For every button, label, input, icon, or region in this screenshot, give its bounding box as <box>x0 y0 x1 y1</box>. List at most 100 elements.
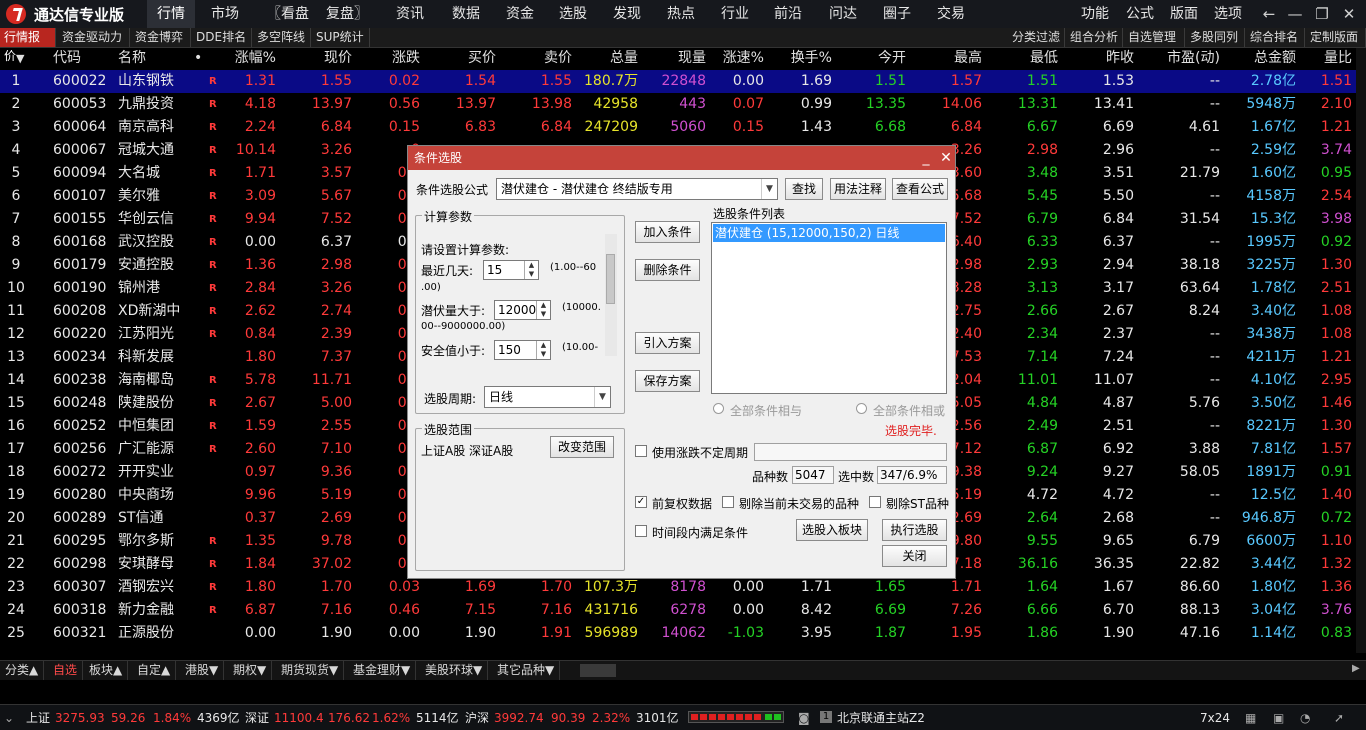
dialog-close-icon[interactable]: ✕ <box>936 146 956 170</box>
menu-market[interactable]: 市场 <box>203 0 247 28</box>
col-high[interactable]: 最高 <box>936 48 982 69</box>
btab-us[interactable]: 美股环球▼ <box>420 661 489 680</box>
btab-futures[interactable]: 期货现货▼ <box>276 661 345 680</box>
minimize-icon[interactable]: — <box>1284 4 1306 24</box>
menu-stock-pick[interactable]: 选股 <box>551 0 595 28</box>
menu-circle[interactable]: 圈子 <box>875 0 919 28</box>
close-icon[interactable]: ✕ <box>1338 4 1360 24</box>
menu-hotspot[interactable]: 热点 <box>659 0 703 28</box>
tab-fund-drive[interactable]: 资金驱动力 <box>58 28 130 47</box>
menu-funds[interactable]: 资金 <box>498 0 542 28</box>
menu-data[interactable]: 数据 <box>444 0 488 28</box>
period-select[interactable]: 日线 ▼ <box>484 386 611 408</box>
menu-discover[interactable]: 发现 <box>605 0 649 28</box>
menu-watch[interactable]: 〖看盘 <box>263 0 313 28</box>
col-volume[interactable]: 总量 <box>592 48 638 69</box>
scroll-right-icon[interactable]: ▶ <box>1352 663 1360 674</box>
col-prev-close[interactable]: 昨收 <box>1088 48 1134 69</box>
send-icon[interactable]: ◔ <box>1300 709 1310 727</box>
stepper-arrows-icon[interactable]: ▲ ▼ <box>524 261 538 279</box>
tab-sup[interactable]: SUP统计 <box>312 28 370 47</box>
col-pe[interactable]: 市盈(动) <box>1150 48 1220 69</box>
restore-icon[interactable]: ❐ <box>1311 4 1333 24</box>
sort-arrow-icon[interactable]: ▼ <box>16 48 24 69</box>
col-turnover[interactable]: 换手% <box>780 48 832 69</box>
btab-sector[interactable]: 板块▲ <box>84 661 129 680</box>
tab-quotes[interactable]: 行情报价 <box>0 28 56 63</box>
list-item[interactable]: 潜伏建仓 (15,12000,150,2) 日线 <box>713 224 945 242</box>
tab-custom-layout[interactable]: 定制版面 <box>1306 28 1366 47</box>
table-row[interactable]: 3 600064 南京高科 R 2.24 6.84 0.15 6.83 6.84 247209 50… <box>0 116 1366 139</box>
save-plan-button[interactable]: 保存方案 <box>635 370 700 392</box>
uncertain-period-checkbox[interactable] <box>635 445 647 457</box>
menu-frontier[interactable]: 前沿 <box>766 0 810 28</box>
stepper-arrows-icon[interactable]: ▲ ▼ <box>536 341 550 359</box>
close-button[interactable]: 关闭 <box>882 545 947 567</box>
menu-quotes[interactable]: 行情 <box>147 0 195 28</box>
radio-and[interactable] <box>713 403 724 414</box>
menu-trade[interactable]: 交易 <box>929 0 973 28</box>
param3-stepper[interactable]: 150 ▲ ▼ <box>494 340 551 360</box>
btab-funds[interactable]: 基金理财▼ <box>348 661 417 680</box>
table-row[interactable]: 25 600321 正源股份 0.00 1.90 0.00 1.90 1.91 596989 14… <box>0 622 1366 645</box>
menu-industry[interactable]: 行业 <box>713 0 757 28</box>
to-board-button[interactable]: 选股入板块 <box>796 519 868 541</box>
params-scrollbar[interactable] <box>605 234 617 356</box>
clock-label[interactable]: 7x24 <box>1200 709 1230 727</box>
col-speed[interactable]: 涨速% <box>712 48 764 69</box>
table-row[interactable]: 1 600022 山东钢铁 R 1.31 1.55 0.02 1.54 1.55 180.7万 22… <box>0 70 1366 93</box>
btab-options[interactable]: 期权▼ <box>228 661 273 680</box>
btab-hk[interactable]: 港股▼ <box>180 661 225 680</box>
exclude-st-checkbox[interactable] <box>869 496 881 508</box>
tab-combo[interactable]: 组合分析 <box>1066 28 1123 47</box>
tab-long-short[interactable]: 多空阵线 <box>253 28 311 47</box>
camera-icon[interactable]: ◙ <box>798 709 810 727</box>
time-segment-checkbox[interactable] <box>635 525 647 537</box>
forward-adjust-checkbox[interactable]: ✓ <box>635 496 647 508</box>
add-condition-button[interactable]: 加入条件 <box>635 221 700 243</box>
col-low[interactable]: 最低 <box>1012 48 1058 69</box>
back-icon[interactable]: ← <box>1258 4 1280 24</box>
menu-news[interactable]: 资讯 <box>388 0 432 28</box>
menu-layout[interactable]: 版面 <box>1164 0 1204 28</box>
btab-category[interactable]: 分类▲ <box>0 661 45 680</box>
usage-button[interactable]: 用法注释 <box>830 178 886 200</box>
col-name[interactable]: 名称 <box>118 48 146 69</box>
grid-icon[interactable]: ▦ <box>1245 709 1256 727</box>
col-bid[interactable]: 买价 <box>450 48 496 69</box>
param2-stepper[interactable]: 12000 ▲ ▼ <box>494 300 551 320</box>
menu-options[interactable]: 选项 <box>1208 0 1248 28</box>
import-plan-button[interactable]: 引入方案 <box>635 332 700 354</box>
col-price[interactable]: 现价 <box>300 48 352 69</box>
stepper-arrows-icon[interactable]: ▲ ▼ <box>536 301 550 319</box>
tab-fund-game[interactable]: 资金博弈 <box>131 28 191 47</box>
param1-stepper[interactable]: 15 ▲ ▼ <box>483 260 539 280</box>
server-name[interactable]: 北京联通主站Z2 <box>837 709 925 727</box>
tab-rank[interactable]: 综合排名 <box>1246 28 1305 47</box>
btab-others[interactable]: 其它品种▼ <box>492 661 561 680</box>
formula-select[interactable]: 潜伏建仓 - 潜伏建仓 终结版专用 ▼ <box>496 178 778 200</box>
radio-or[interactable] <box>856 403 867 414</box>
col-amount[interactable]: 总金额 <box>1240 48 1296 69</box>
tab-watchlist-mgmt[interactable]: 自选管理 <box>1124 28 1185 47</box>
collapse-icon[interactable]: ⌄ <box>4 709 14 727</box>
col-vol-ratio[interactable]: 量比 <box>1306 48 1352 69</box>
menu-ask[interactable]: 问达 <box>821 0 865 28</box>
menu-formula[interactable]: 公式 <box>1120 0 1160 28</box>
col-change-pct[interactable]: 涨幅% <box>220 48 276 69</box>
tab-dde[interactable]: DDE排名 <box>192 28 252 47</box>
execute-button[interactable]: 执行选股 <box>882 519 947 541</box>
delete-condition-button[interactable]: 删除条件 <box>635 259 700 281</box>
table-row[interactable]: 24 600318 新力金融 R 6.87 7.16 0.46 7.15 7.16 431716 6… <box>0 599 1366 622</box>
menu-function[interactable]: 功能 <box>1075 0 1115 28</box>
condition-list[interactable]: 潜伏建仓 (15,12000,150,2) 日线 <box>711 222 947 394</box>
find-button[interactable]: 查找 <box>785 178 823 200</box>
change-scope-button[interactable]: 改变范围 <box>550 436 614 458</box>
col-open[interactable]: 今开 <box>860 48 906 69</box>
col-cur-volume[interactable]: 现量 <box>660 48 706 69</box>
view-formula-button[interactable]: 查看公式 <box>892 178 948 200</box>
menu-replay[interactable]: 复盘〗 <box>324 0 370 28</box>
tab-filter[interactable]: 分类过滤 <box>1008 28 1065 47</box>
btab-watchlist[interactable]: 自选 <box>48 661 84 680</box>
col-diff[interactable]: 涨跌 <box>370 48 420 69</box>
